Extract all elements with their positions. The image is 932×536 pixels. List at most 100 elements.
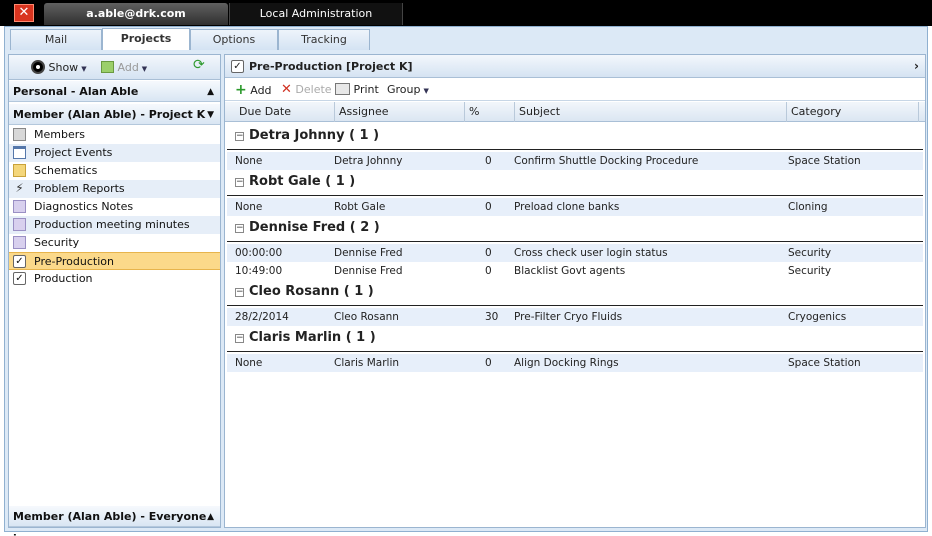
add-item-icon — [101, 61, 114, 73]
sidebar-item-label: Security — [34, 236, 80, 249]
delete-button[interactable]: ✕ Delete — [281, 82, 332, 98]
group-header-label: Dennise Fred ( 2 ) — [249, 220, 380, 235]
tab-tracking[interactable]: Tracking — [278, 29, 370, 50]
members-icon — [13, 128, 26, 141]
group-personal-label: Personal - Alan Able — [13, 85, 139, 98]
local-admin-tab[interactable]: Local Administration — [229, 3, 403, 25]
cell-subject: Blacklist Govt agents — [514, 265, 626, 277]
group-header[interactable]: − Dennise Fred ( 2 ) — [227, 216, 923, 242]
column-assignee[interactable]: Assignee — [335, 102, 465, 122]
tab-mail[interactable]: Mail — [10, 29, 102, 50]
user-tab[interactable]: a.able@drk.com — [44, 3, 228, 25]
right-panel: ✓ Pre-Production [Project K] › + Add ✕ D… — [224, 54, 926, 528]
cell-subject: Preload clone banks — [514, 201, 620, 213]
sidebar-item-label: Production — [34, 272, 93, 285]
cell-pct: 0 — [485, 201, 492, 213]
cell-assignee: Robt Gale — [334, 201, 386, 213]
task-toolbar: + Add ✕ Delete Print Group ▼ — [225, 79, 925, 101]
collapse-icon[interactable]: − — [235, 224, 244, 233]
print-button[interactable]: Print — [335, 82, 379, 98]
tab-options[interactable]: Options — [190, 29, 278, 50]
table-row[interactable]: None Claris Marlin 0 Align Docking Rings Spa… — [227, 354, 923, 372]
group-header[interactable]: − Claris Marlin ( 1 ) — [227, 326, 923, 352]
task-icon: ✓ — [13, 255, 26, 268]
sidebar-item-label: Schematics — [34, 164, 98, 177]
group-header[interactable]: − Robt Gale ( 1 ) — [227, 170, 923, 196]
table-row[interactable]: 00:00:00 Dennise Fred 0 Cross check user lo… — [227, 244, 923, 262]
cell-due: 10:49:00 — [235, 265, 283, 277]
column-subject[interactable]: Subject — [515, 102, 787, 122]
group-project-k[interactable]: Member (Alan Able) - Project K ▼ — [9, 103, 220, 125]
tab-projects[interactable]: Projects — [102, 28, 190, 50]
cell-pct: 0 — [485, 155, 492, 167]
table-row[interactable]: 28/2/2014 Cleo Rosann 30 Pre-Filter Cryo Fl… — [227, 308, 923, 326]
cell-subject: Confirm Shuttle Docking Procedure — [514, 155, 699, 167]
cell-due: None — [235, 201, 263, 213]
column-due-date[interactable]: Due Date — [235, 102, 335, 122]
table-row[interactable]: None Robt Gale 0 Preload clone banks Cloning — [227, 198, 923, 216]
print-label: Print — [353, 83, 379, 96]
column-category[interactable]: Category — [787, 102, 919, 122]
add-task-button[interactable]: + Add — [235, 82, 272, 98]
cell-due: 28/2/2014 — [235, 311, 289, 323]
task-icon: ✓ — [13, 272, 26, 285]
show-button[interactable]: Show ▼ — [31, 59, 87, 76]
show-icon — [31, 60, 45, 74]
sidebar-item-label: Project Events — [34, 146, 113, 159]
sidebar-item-problem-reports[interactable]: ⚡ Problem Reports — [9, 180, 220, 198]
table-row[interactable]: None Detra Johnny 0 Confirm Shuttle Docking… — [227, 152, 923, 170]
table-row[interactable]: 10:49:00 Dennise Fred 0 Blacklist Govt agen… — [227, 262, 923, 280]
cell-pct: 0 — [485, 265, 492, 277]
cell-pct: 0 — [485, 247, 492, 259]
cell-subject: Pre-Filter Cryo Fluids — [514, 311, 623, 323]
collapse-icon[interactable]: − — [235, 334, 244, 343]
cell-category: Space Station — [788, 357, 861, 369]
sidebar-item-label: Pre-Production — [34, 255, 114, 268]
cell-subject: Cross check user login status — [514, 247, 668, 259]
sidebar-item-members[interactable]: Members — [9, 126, 220, 144]
group-header[interactable]: − Cleo Rosann ( 1 ) — [227, 280, 923, 306]
refresh-icon[interactable]: ⟳ — [193, 57, 205, 74]
sidebar-item-label: Diagnostics Notes — [34, 200, 134, 213]
sidebar-item-label: Production meeting minutes — [34, 218, 190, 231]
sidebar-item-label: Members — [34, 128, 85, 141]
add-label: Add — [117, 61, 139, 74]
cell-category: Security — [788, 265, 832, 277]
sidebar-item-pre-production[interactable]: ✓ Pre-Production — [9, 252, 220, 270]
close-icon[interactable]: ✕ — [14, 4, 34, 22]
sidebar-item-schematics[interactable]: Schematics — [9, 162, 220, 180]
left-panel: Show ▼ Add ▼ ⟳ Personal - Alan Able ▲ Membe… — [8, 54, 221, 536]
add-task-label: Add — [250, 84, 272, 97]
task-icon: ✓ — [231, 60, 244, 73]
chevron-up-icon[interactable]: ▲ — [207, 506, 214, 528]
sidebar-item-diagnostics-notes[interactable]: Diagnostics Notes — [9, 198, 220, 216]
sidebar-item-production[interactable]: ✓ Production — [9, 270, 220, 288]
column-percent[interactable]: % — [465, 102, 515, 122]
add-button[interactable]: Add ▼ — [101, 59, 147, 76]
sidebar-item-project-events[interactable]: Project Events — [9, 144, 220, 162]
cell-assignee: Dennise Fred — [334, 265, 403, 277]
delete-label: Delete — [295, 83, 332, 96]
cell-category: Cryogenics — [788, 311, 847, 323]
chevron-down-icon[interactable]: ▼ — [207, 104, 214, 126]
sidebar-item-production-meeting-minutes[interactable]: Production meeting minutes — [9, 216, 220, 234]
sidebar-item-security[interactable]: Security — [9, 234, 220, 252]
group-header[interactable]: − Detra Johnny ( 1 ) — [227, 124, 923, 150]
notes-icon — [13, 218, 26, 231]
group-everyone[interactable]: Member (Alan Able) - Everyone in▲ — [9, 505, 220, 536]
cell-assignee: Dennise Fred — [334, 247, 403, 259]
chevron-right-icon[interactable]: › — [914, 55, 919, 78]
plus-icon: + — [235, 82, 247, 98]
group-header-label: Robt Gale ( 1 ) — [249, 174, 356, 189]
collapse-icon[interactable]: − — [235, 288, 244, 297]
cell-due: 00:00:00 — [235, 247, 283, 259]
chevron-up-icon[interactable]: ▲ — [207, 81, 214, 103]
collapse-icon[interactable]: − — [235, 132, 244, 141]
group-personal[interactable]: Personal - Alan Able ▲ — [9, 80, 220, 102]
lightning-icon: ⚡ — [15, 181, 24, 195]
chevron-down-icon: ▼ — [81, 65, 87, 73]
title-bar: ✕ a.able@drk.com Local Administration — [0, 0, 932, 26]
collapse-icon[interactable]: − — [235, 178, 244, 187]
chevron-down-icon: ▼ — [423, 87, 429, 95]
group-button[interactable]: Group ▼ — [387, 82, 429, 98]
